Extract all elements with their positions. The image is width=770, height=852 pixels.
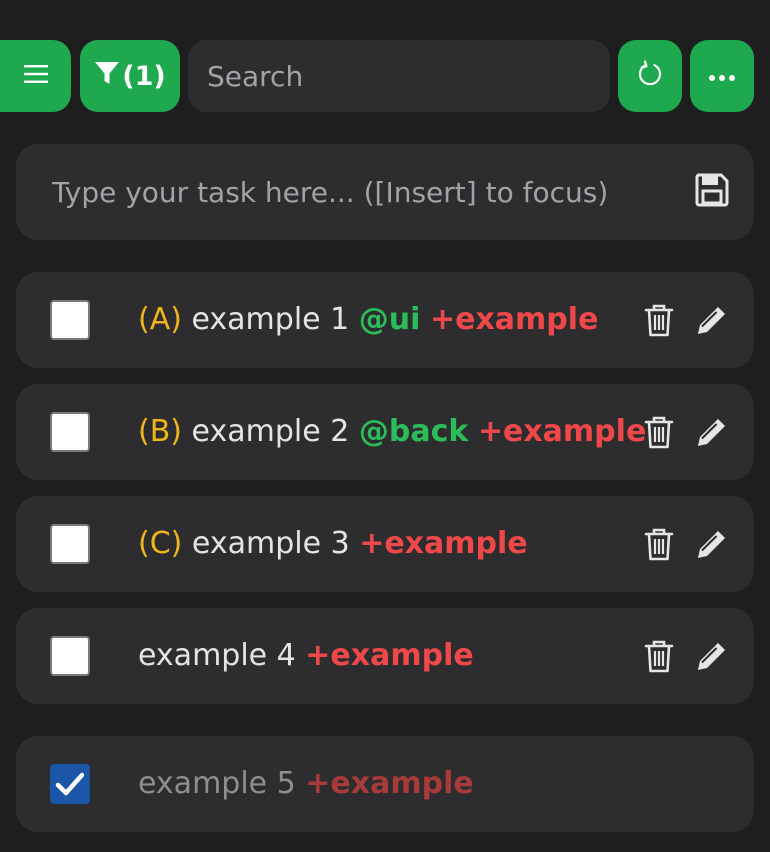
task-item: (C) example 3 +example (16, 496, 754, 592)
task-checkbox[interactable] (50, 412, 90, 452)
task-text[interactable]: (C) example 3 +example (138, 496, 528, 592)
task-item: (A) example 1 @ui +example (16, 272, 754, 368)
task-description: example 2 (191, 414, 350, 449)
pencil-icon[interactable] (694, 414, 728, 450)
trash-icon[interactable] (642, 414, 676, 450)
task-description: example 5 (138, 766, 296, 801)
trash-icon[interactable] (642, 638, 676, 674)
task-project: +example (305, 638, 474, 673)
pencil-icon[interactable] (694, 638, 728, 674)
task-project: +example (359, 526, 528, 561)
task-description: example 4 (138, 638, 296, 673)
save-icon[interactable] (694, 172, 730, 208)
new-task-bar (16, 144, 754, 240)
task-context: @back (358, 414, 469, 449)
filter-icon (94, 60, 120, 93)
task-description: example 1 (191, 302, 350, 337)
task-priority: (C) (138, 526, 183, 561)
task-item: example 4 +example (16, 608, 754, 704)
task-checkbox[interactable] (50, 636, 90, 676)
refresh-button[interactable] (618, 40, 682, 112)
trash-icon[interactable] (642, 526, 676, 562)
task-text[interactable]: (B) example 2 @back +example (138, 384, 646, 480)
task-item-completed: example 5 +example (16, 736, 754, 832)
task-text[interactable]: (A) example 1 @ui +example (138, 272, 598, 368)
task-project: +example (477, 414, 647, 449)
task-project: +example (429, 302, 599, 337)
task-checkbox[interactable] (50, 764, 90, 804)
task-priority: (B) (138, 414, 182, 449)
filter-button[interactable]: (1) (80, 40, 180, 112)
task-priority: (A) (138, 302, 182, 337)
task-text[interactable]: example 4 +example (138, 608, 474, 704)
task-description: example 3 (191, 526, 350, 561)
task-item: (B) example 2 @back +example (16, 384, 754, 480)
pencil-icon[interactable] (694, 302, 728, 338)
trash-icon[interactable] (642, 302, 676, 338)
new-task-input[interactable] (16, 144, 676, 240)
task-project: +example (305, 766, 474, 801)
filter-count: (1) (122, 60, 166, 92)
more-button[interactable] (690, 40, 754, 112)
checkmark-icon (55, 772, 85, 796)
search-input[interactable] (188, 40, 610, 112)
menu-button[interactable] (0, 40, 71, 112)
refresh-icon (636, 60, 664, 92)
task-checkbox[interactable] (50, 524, 90, 564)
menu-icon (23, 64, 48, 88)
task-context: @ui (358, 302, 421, 337)
task-checkbox[interactable] (50, 300, 90, 340)
toolbar: (1) (0, 40, 770, 112)
task-text[interactable]: example 5 +example (138, 736, 474, 832)
more-icon (708, 67, 736, 86)
pencil-icon[interactable] (694, 526, 728, 562)
